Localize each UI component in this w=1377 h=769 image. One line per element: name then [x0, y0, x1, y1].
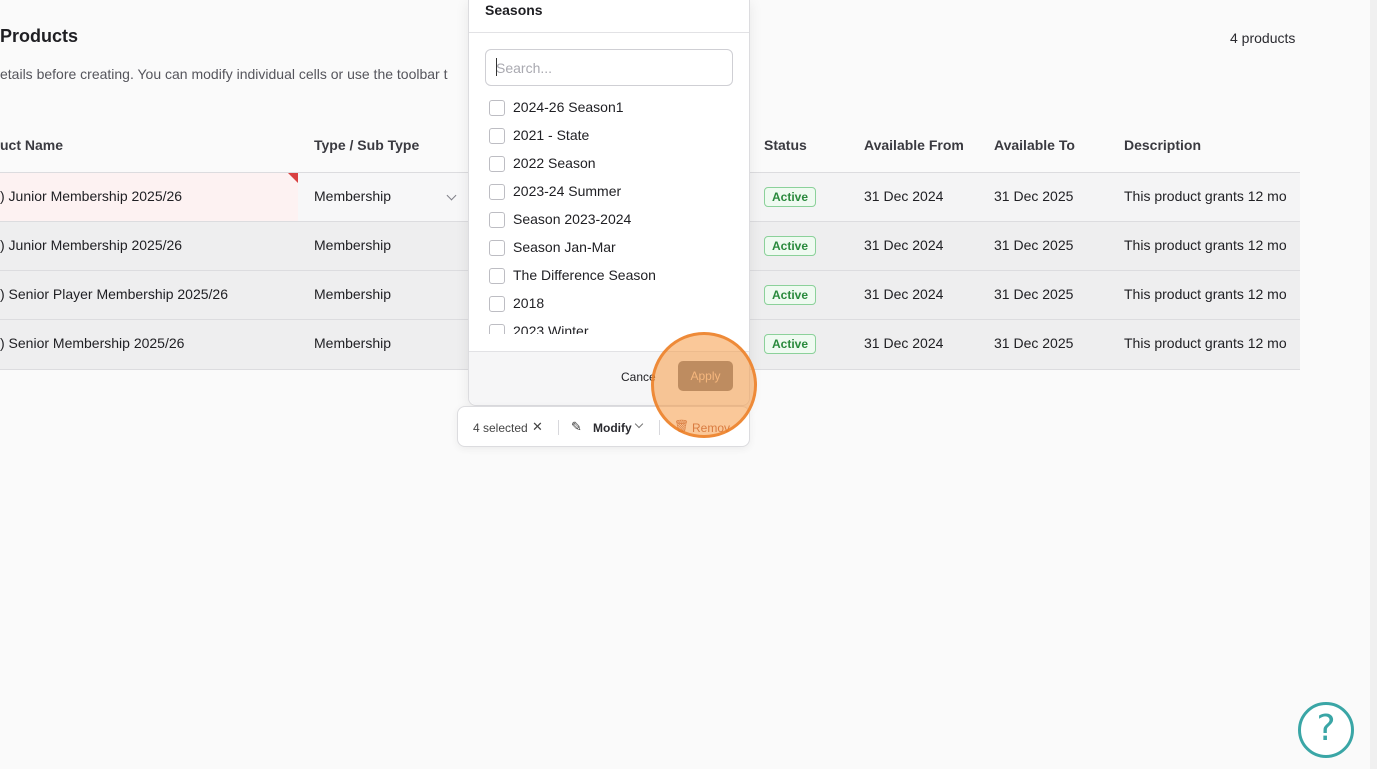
- season-options-list[interactable]: 2024-26 Season1 2021 - State 2022 Season…: [469, 94, 749, 334]
- product-type[interactable]: Membership: [314, 286, 391, 302]
- pencil-icon: ✎: [571, 419, 582, 434]
- season-option[interactable]: The Difference Season: [469, 262, 749, 290]
- column-product-name[interactable]: uct Name: [0, 137, 63, 153]
- product-description[interactable]: This product grants 12 mo: [1124, 188, 1289, 204]
- bulk-action-toolbar: 4 selected ✕ ✎ Modify 🗑 Remov: [457, 406, 750, 447]
- divider: [659, 420, 660, 435]
- season-option-label[interactable]: Season 2023-2024: [513, 211, 631, 227]
- checkbox[interactable]: [489, 324, 505, 334]
- remove-button[interactable]: Remov: [692, 421, 730, 435]
- product-count: 4 products: [1230, 30, 1296, 46]
- checkbox[interactable]: [489, 212, 505, 228]
- page-title: Products: [0, 26, 79, 46]
- season-option[interactable]: 2021 - State: [469, 122, 749, 150]
- text-cursor: [496, 58, 497, 76]
- checkbox[interactable]: [489, 240, 505, 256]
- selection-count: 4 selected: [473, 421, 528, 435]
- product-type[interactable]: Membership: [314, 188, 391, 204]
- season-option-label[interactable]: 2018: [513, 295, 544, 311]
- available-from[interactable]: 31 Dec 2024: [864, 286, 943, 302]
- season-option[interactable]: 2023 Winter: [469, 318, 749, 334]
- column-description[interactable]: Description: [1124, 137, 1201, 153]
- checkbox[interactable]: [489, 128, 505, 144]
- season-option[interactable]: 2022 Season: [469, 150, 749, 178]
- season-option[interactable]: 2024-26 Season1: [469, 94, 749, 122]
- chevron-down-icon[interactable]: [634, 419, 644, 429]
- popover-footer: Cance Apply: [469, 352, 749, 405]
- product-name[interactable]: ) Junior Membership 2025/26: [0, 237, 182, 253]
- product-description[interactable]: This product grants 12 mo: [1124, 335, 1289, 351]
- help-button[interactable]: ?: [1298, 702, 1354, 758]
- column-available-from[interactable]: Available From: [864, 137, 964, 153]
- apply-button[interactable]: Apply: [678, 361, 733, 391]
- season-search-input[interactable]: [485, 49, 733, 86]
- column-type[interactable]: Type / Sub Type: [314, 137, 419, 153]
- season-option[interactable]: 2018: [469, 290, 749, 318]
- available-from[interactable]: 31 Dec 2024: [864, 188, 943, 204]
- product-name[interactable]: ) Senior Membership 2025/26: [0, 335, 184, 351]
- seasons-popover: Seasons 2024-26 Season1 2021 - State 202…: [468, 0, 750, 406]
- available-to[interactable]: 31 Dec 2025: [994, 188, 1073, 204]
- cancel-button[interactable]: Cance: [621, 370, 656, 384]
- season-option-label[interactable]: 2024-26 Season1: [513, 99, 624, 115]
- season-option[interactable]: Season Jan-Mar: [469, 234, 749, 262]
- product-description[interactable]: This product grants 12 mo: [1124, 237, 1289, 253]
- product-name[interactable]: ) Senior Player Membership 2025/26: [0, 286, 228, 302]
- season-option-label[interactable]: 2021 - State: [513, 127, 589, 143]
- column-available-to[interactable]: Available To: [994, 137, 1075, 153]
- season-option[interactable]: Season 2023-2024: [469, 206, 749, 234]
- divider: [558, 420, 559, 435]
- available-to[interactable]: 31 Dec 2025: [994, 286, 1073, 302]
- trash-icon: 🗑: [674, 419, 690, 433]
- product-description[interactable]: This product grants 12 mo: [1124, 286, 1289, 302]
- popover-title: Seasons: [485, 2, 543, 18]
- error-marker-icon: [288, 173, 298, 183]
- season-option-label[interactable]: 2023 Winter: [513, 323, 588, 334]
- season-option-label[interactable]: 2023-24 Summer: [513, 183, 621, 199]
- page-subtitle: etails before creating. You can modify i…: [0, 66, 448, 82]
- status-badge: Active: [764, 187, 817, 207]
- status-badge: Active: [764, 285, 817, 305]
- available-from[interactable]: 31 Dec 2024: [864, 237, 943, 253]
- column-status[interactable]: Status: [764, 137, 807, 153]
- available-to[interactable]: 31 Dec 2025: [994, 237, 1073, 253]
- checkbox[interactable]: [489, 184, 505, 200]
- checkbox[interactable]: [489, 268, 505, 284]
- checkbox[interactable]: [489, 100, 505, 116]
- product-type[interactable]: Membership: [314, 237, 391, 253]
- page-scrollbar[interactable]: [1370, 0, 1377, 769]
- product-name[interactable]: ) Junior Membership 2025/26: [0, 188, 182, 204]
- product-type[interactable]: Membership: [314, 335, 391, 351]
- season-option[interactable]: 2023-24 Summer: [469, 178, 749, 206]
- available-from[interactable]: 31 Dec 2024: [864, 335, 943, 351]
- season-option-label[interactable]: 2022 Season: [513, 155, 596, 171]
- status-badge: Active: [764, 334, 817, 354]
- status-badge: Active: [764, 236, 817, 256]
- available-to[interactable]: 31 Dec 2025: [994, 335, 1073, 351]
- season-option-label[interactable]: The Difference Season: [513, 267, 656, 283]
- close-icon[interactable]: ✕: [532, 419, 543, 435]
- checkbox[interactable]: [489, 156, 505, 172]
- checkbox[interactable]: [489, 296, 505, 312]
- modify-button[interactable]: Modify: [593, 421, 632, 435]
- divider: [469, 32, 749, 33]
- season-option-label[interactable]: Season Jan-Mar: [513, 239, 616, 255]
